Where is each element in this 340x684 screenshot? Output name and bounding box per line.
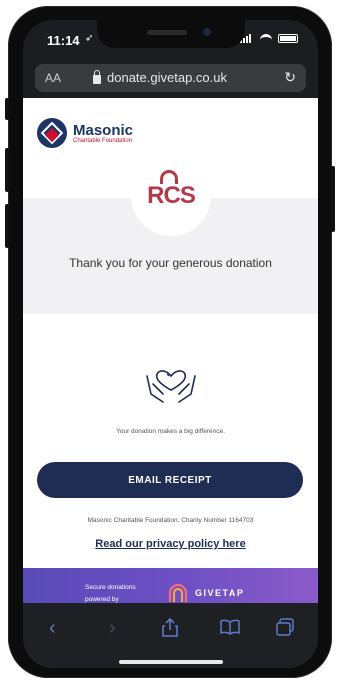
back-icon[interactable]: ‹ xyxy=(49,617,56,640)
givetap-logo-icon xyxy=(168,583,188,602)
battery-icon xyxy=(278,34,298,43)
home-indicator[interactable] xyxy=(119,660,223,664)
bookmarks-icon[interactable] xyxy=(219,619,241,635)
masonic-logo[interactable]: Masonic Charitable Foundation xyxy=(37,118,133,148)
location-icon: ➶ xyxy=(85,33,94,44)
forward-icon[interactable]: › xyxy=(109,617,116,640)
url-text: donate.givetap.co.uk xyxy=(107,70,227,85)
givetap-footer: Secure donations powered by GIVETAP xyxy=(23,568,318,603)
volume-down-button xyxy=(5,204,9,248)
url-display[interactable]: donate.givetap.co.uk xyxy=(93,69,227,85)
status-time: 11:14 xyxy=(47,33,80,48)
logo-subtitle: Charitable Foundation xyxy=(73,138,133,144)
notch xyxy=(97,20,245,48)
browser-toolbar: ‹ › xyxy=(23,603,318,668)
tabs-icon[interactable] xyxy=(275,618,295,636)
secure-line-1: Secure donations xyxy=(85,584,136,591)
wifi-icon xyxy=(260,34,272,43)
reload-icon[interactable]: ↻ xyxy=(284,69,296,86)
status-icons xyxy=(240,34,298,43)
charity-number-text: Masonic Charitable Foundation. Charity N… xyxy=(87,517,254,524)
power-button xyxy=(331,166,335,232)
mute-switch xyxy=(5,98,9,120)
text-size-button[interactable]: AA xyxy=(45,71,61,85)
secure-donations-text: Secure donations powered by xyxy=(85,582,136,603)
thanks-message: Thank you for your generous donation xyxy=(69,256,272,270)
web-page: Masonic Charitable Foundation RCS Thank … xyxy=(23,98,318,603)
speaker xyxy=(147,30,187,35)
rcs-logo: RCS xyxy=(147,182,196,209)
difference-text: Your donation makes a big difference. xyxy=(116,428,225,435)
address-bar[interactable]: AA donate.givetap.co.uk ↻ xyxy=(35,64,306,92)
share-icon[interactable] xyxy=(161,617,179,637)
volume-up-button xyxy=(5,148,9,192)
secure-line-2: powered by xyxy=(85,596,119,603)
logo-name: Masonic xyxy=(73,122,134,139)
lock-icon xyxy=(93,69,101,84)
givetap-brand[interactable]: GIVETAP xyxy=(195,588,244,598)
privacy-policy-link[interactable]: Read our privacy policy here xyxy=(23,538,318,550)
masonic-emblem-icon xyxy=(37,118,67,148)
email-receipt-button[interactable]: EMAIL RECEIPT xyxy=(37,462,303,498)
camera xyxy=(203,28,211,36)
heart-hands-icon xyxy=(146,370,196,403)
phone-screen: 11:14 ➶ AA donate.givetap.co.uk ↻ Masoni… xyxy=(23,20,318,668)
